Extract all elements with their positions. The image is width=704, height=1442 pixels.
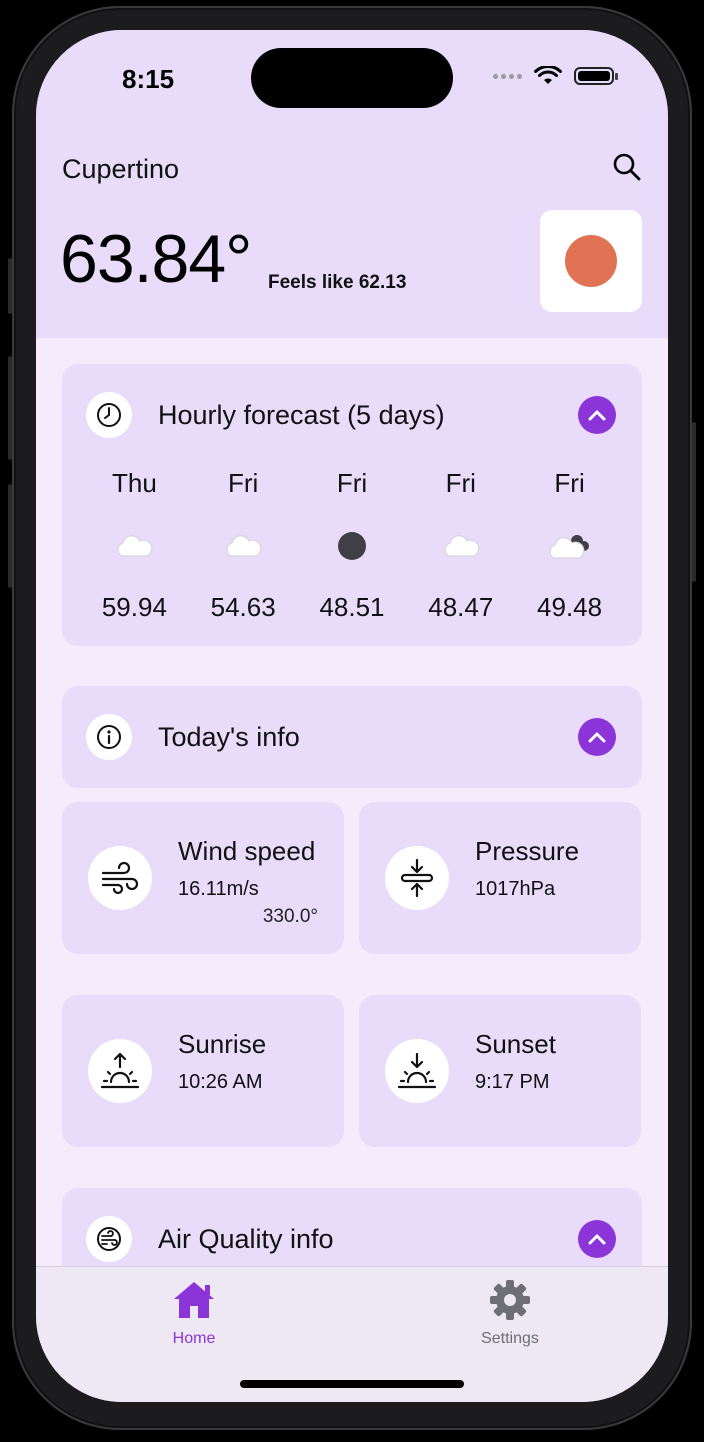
todays-info-card: Today's info	[62, 686, 642, 788]
pressure-label: Pressure	[475, 836, 580, 866]
hour-temp: 59.94	[101, 592, 167, 622]
sunset-label: Sunset	[475, 1029, 556, 1059]
collapse-today-button[interactable]	[578, 718, 616, 756]
pressure-value: 1017hPa	[475, 878, 556, 900]
tab-home[interactable]: Home	[134, 1279, 254, 1348]
air-quality-header: Air Quality info	[86, 1216, 334, 1262]
pressure-tile: Pressure 1017hPa	[359, 802, 641, 954]
tab-settings[interactable]: Settings	[450, 1279, 570, 1348]
home-indicator[interactable]	[240, 1380, 464, 1388]
wind-direction-value: 330.0°	[262, 906, 318, 927]
sunrise-value: 10:26 AM	[178, 1071, 263, 1093]
hourly-forecast-header: Hourly forecast (5 days)	[86, 392, 445, 438]
todays-info-header: Today's info	[86, 714, 300, 760]
todays-info-title: Today's info	[158, 721, 300, 752]
moon-icon	[307, 522, 397, 570]
hour-temp: 49.48	[537, 592, 603, 622]
weather-condition-tile	[540, 210, 642, 312]
info-icon	[86, 714, 132, 760]
cloud-moon-icon	[525, 522, 615, 570]
hourly-forecast-card: Hourly forecast (5 days) Thu 59.94 Fri 5…	[62, 364, 642, 646]
hour-day: Fri	[554, 468, 585, 498]
air-quality-title: Air Quality info	[158, 1223, 334, 1254]
cloud-icon	[416, 522, 506, 570]
cloud-icon	[89, 522, 179, 570]
volume-down-button	[8, 484, 12, 588]
air-quality-icon	[86, 1216, 132, 1262]
hour-temp: 54.63	[210, 592, 276, 622]
hourly-forecast-title: Hourly forecast (5 days)	[158, 399, 445, 430]
hour-day: Fri	[336, 468, 368, 498]
hour-temp: 48.47	[428, 592, 494, 622]
tab-home-label: Home	[172, 1330, 216, 1347]
chevron-up-icon	[588, 1234, 606, 1245]
current-temperature: 63.84°	[60, 221, 252, 297]
signal-icon	[493, 73, 522, 79]
collapse-hourly-button[interactable]	[578, 396, 616, 434]
tab-settings-label: Settings	[481, 1330, 539, 1347]
hour-item: Fri 48.47	[416, 468, 506, 623]
power-button	[692, 422, 696, 582]
clock-icon	[86, 392, 132, 438]
hour-day: Fri	[228, 468, 259, 498]
hour-day: Fri	[445, 468, 476, 498]
sun-icon	[565, 235, 617, 287]
hourly-list: Thu 59.94 Fri 54.63 Fri 48.51 Fri 48.47 …	[62, 468, 642, 623]
action-button	[8, 258, 12, 314]
wifi-icon	[534, 66, 562, 84]
app-screen: 8:15 Cupertino 63.84° Feels like 62.13 H…	[36, 30, 668, 1402]
sunset-icon	[385, 1039, 449, 1103]
gear-icon	[490, 1280, 530, 1320]
pressure-icon	[385, 846, 449, 910]
hour-item: Fri 48.51	[307, 468, 397, 623]
chevron-up-icon	[588, 410, 606, 421]
wind-speed-tile: Wind speed 16.11m/s 330.0°	[62, 802, 344, 954]
sunrise-tile: Sunrise 10:26 AM	[62, 995, 344, 1147]
search-icon[interactable]	[612, 152, 642, 182]
status-icons	[493, 66, 618, 86]
volume-up-button	[8, 356, 12, 460]
city-name: Cupertino	[62, 154, 180, 184]
sunset-value: 9:17 PM	[475, 1071, 550, 1093]
feels-like: Feels like 62.13	[268, 272, 407, 293]
chevron-up-icon	[588, 732, 606, 743]
sunrise-icon	[88, 1039, 152, 1103]
battery-icon	[574, 67, 618, 85]
hour-item: Fri 49.48	[525, 468, 615, 623]
cloud-icon	[198, 522, 288, 570]
wind-speed-label: Wind speed	[178, 836, 316, 866]
hour-day: Thu	[111, 468, 157, 498]
sunset-tile: Sunset 9:17 PM	[359, 995, 641, 1147]
collapse-air-quality-button[interactable]	[578, 1220, 616, 1258]
hour-item: Thu 59.94	[89, 468, 179, 623]
sunrise-label: Sunrise	[178, 1029, 267, 1059]
hour-temp: 48.51	[319, 592, 385, 622]
status-time: 8:15	[122, 64, 175, 94]
wind-icon	[88, 846, 152, 910]
dynamic-island	[251, 48, 453, 108]
wind-speed-value: 16.11m/s	[178, 878, 259, 900]
house-icon	[174, 1282, 214, 1318]
hour-item: Fri 54.63	[198, 468, 288, 623]
